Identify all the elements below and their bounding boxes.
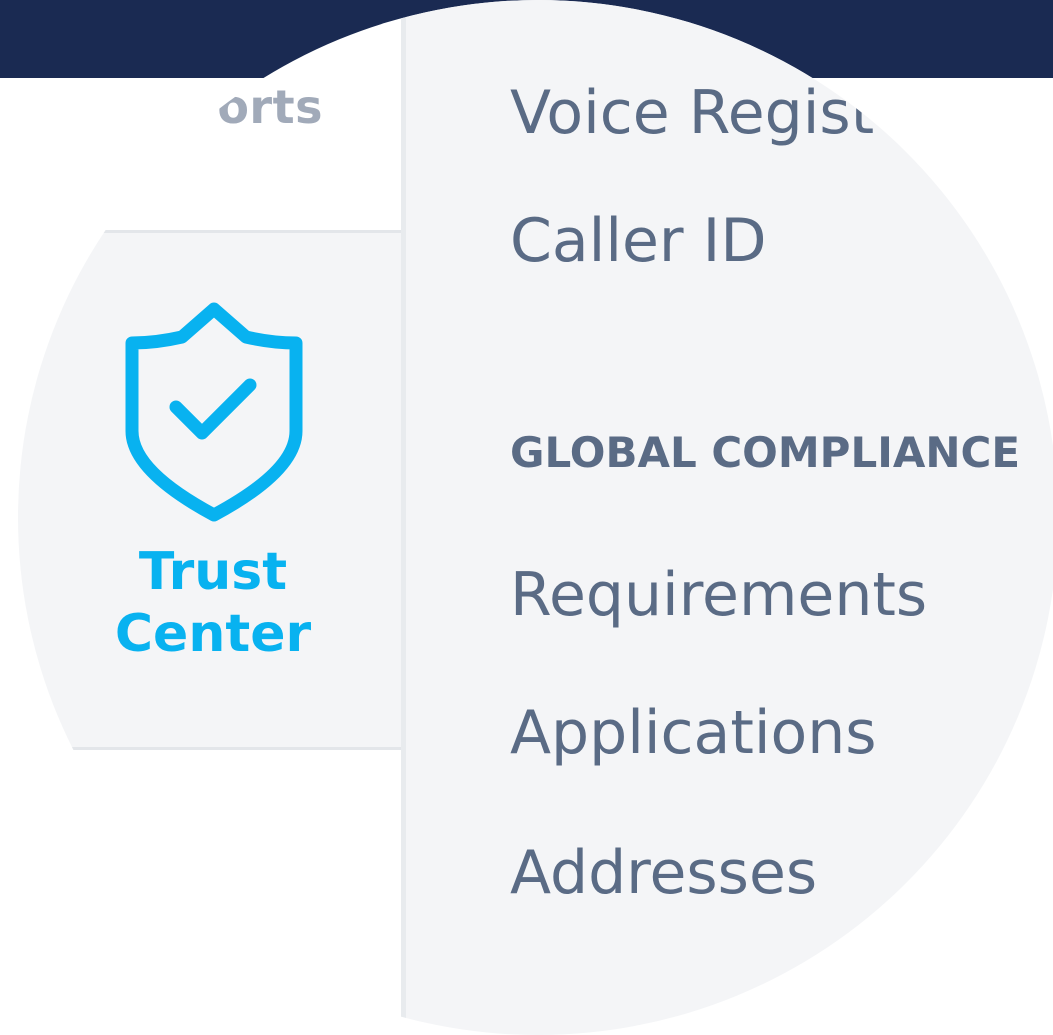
sidebar: orts Trust Center [18,0,403,1035]
submenu-item-caller-id[interactable]: Caller ID [510,206,767,276]
screenshot-stage: orts Trust Center Voice Regist Caller ID… [0,0,1053,1035]
submenu-item-addresses[interactable]: Addresses [510,838,817,908]
trust-center-label: Trust Center [78,541,348,665]
submenu-item-voice-registration[interactable]: Voice Regist [510,78,874,148]
submenu-panel: Voice Regist Caller ID GLOBAL COMPLIANCE… [406,0,1053,1035]
magnified-view: orts Trust Center Voice Regist Caller ID… [18,0,1053,1035]
trust-center-label-line2: Center [114,604,312,664]
shield-check-icon [125,302,303,522]
trust-center-label-line1: Trust [138,542,288,602]
sidebar-item-trust-center[interactable]: Trust Center [18,230,403,750]
submenu-item-requirements[interactable]: Requirements [510,560,927,630]
section-heading-global-compliance: GLOBAL COMPLIANCE [510,428,1021,477]
sidebar-item-label: orts [217,80,323,134]
submenu-item-applications[interactable]: Applications [510,698,877,768]
sidebar-item-reports[interactable]: orts [18,80,403,134]
